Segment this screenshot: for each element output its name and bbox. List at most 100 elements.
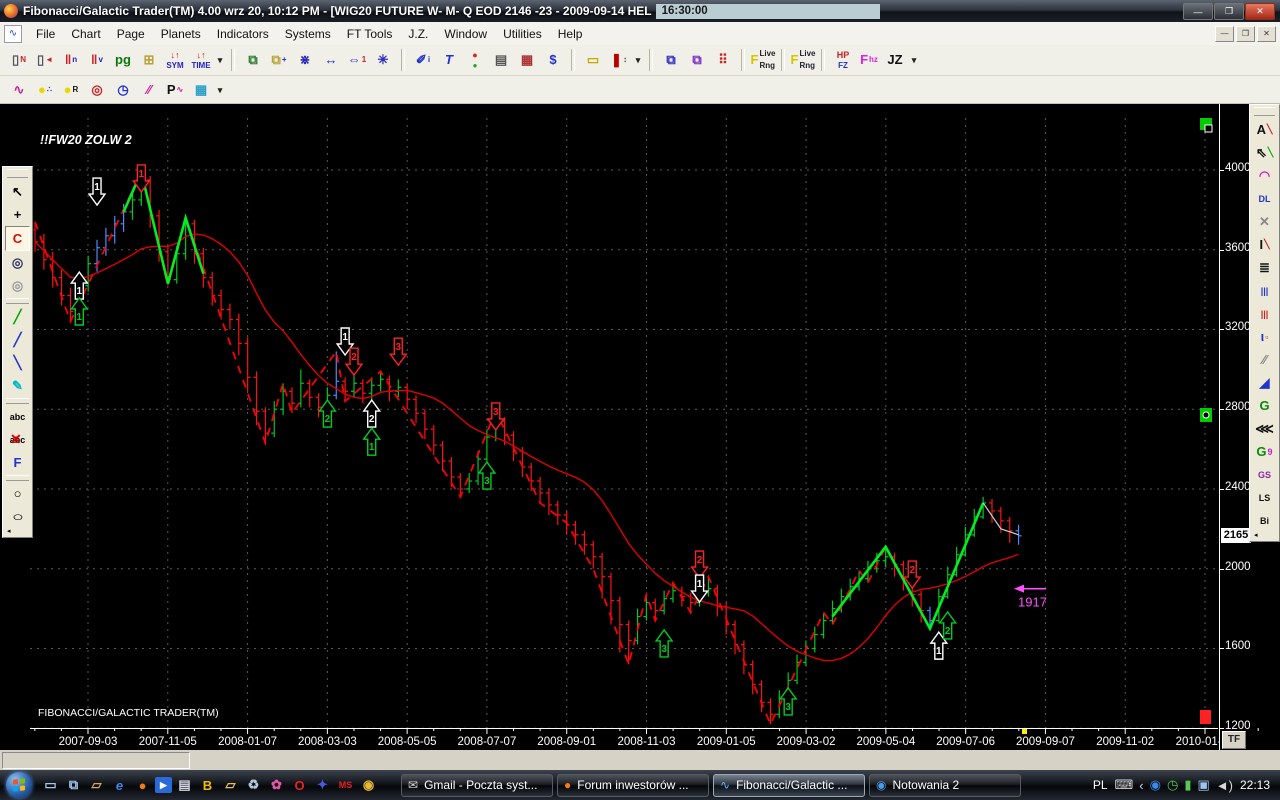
fibonacci-tool[interactable]: F xyxy=(6,451,29,474)
timeframe-switch-button[interactable]: ↓↑ TIME xyxy=(188,48,214,72)
expand-scale-button[interactable]: ↔ xyxy=(318,48,344,72)
start-button[interactable] xyxy=(6,772,32,798)
close-button[interactable]: ✕ xyxy=(1245,3,1275,20)
menu-page[interactable]: Page xyxy=(109,24,153,44)
pointer-info-button[interactable]: ✐ i xyxy=(410,48,436,72)
hp-fz-tool-button[interactable]: HP FZ xyxy=(830,48,856,72)
tray-network[interactable]: ▣ xyxy=(1197,777,1209,793)
folder-docs-icon[interactable]: ▱ xyxy=(86,774,107,796)
bar-marker-button[interactable]: ❚ ↕ xyxy=(606,48,632,72)
target-circles-button[interactable]: ◎ xyxy=(84,78,110,102)
p-wave-tool-button[interactable]: P ∿ xyxy=(162,78,188,102)
palette-drag-handle[interactable] xyxy=(1254,107,1275,116)
price-chart[interactable]: 2007-09-03 2007-11-05 2008-01-07 2008-03-03… xyxy=(30,104,1259,750)
trendline-green-tool[interactable]: ╱ xyxy=(6,305,29,328)
menu-planets[interactable]: Planets xyxy=(153,24,209,44)
task-notowania[interactable]: ◉ Notowania 2 xyxy=(869,773,1021,797)
mdi-restore-button[interactable]: ❐ xyxy=(1236,25,1255,42)
cross-lines-tool[interactable]: ✕ xyxy=(1253,210,1276,233)
jz-tools-button[interactable]: JZ xyxy=(882,48,908,72)
menu-help[interactable]: Help xyxy=(550,24,591,44)
open-chart-button[interactable]: ▯ ◄ xyxy=(32,48,58,72)
document-icon[interactable]: ∿ xyxy=(4,24,22,43)
gann-square-tool[interactable]: GS xyxy=(1253,463,1276,486)
recycle-bin-icon[interactable]: ♻ xyxy=(243,774,264,796)
palette-resize-corner[interactable]: ◂ xyxy=(4,528,31,536)
vertical-lines-red-tool[interactable]: ||| xyxy=(1253,302,1276,325)
ls-tool[interactable]: LS xyxy=(1253,486,1276,509)
trendline-blue-tool[interactable]: ╱ xyxy=(6,328,29,351)
menu-window[interactable]: Window xyxy=(436,24,495,44)
photo-viewer-icon[interactable]: ✿ xyxy=(266,774,287,796)
taskbar-clock[interactable]: 22:13 xyxy=(1240,778,1270,792)
menu-utilities[interactable]: Utilities xyxy=(495,24,550,44)
trendline-steep-tool[interactable]: ╲ xyxy=(6,351,29,374)
degree-grid-button[interactable]: ⠿ xyxy=(710,48,736,72)
pitchfork-tool[interactable]: A ╲ xyxy=(1253,118,1276,141)
planet-clock-button[interactable]: ◷ xyxy=(110,78,136,102)
arrow-lines-tool[interactable]: ⇖ ╲ xyxy=(1253,141,1276,164)
media-player-icon[interactable]: ▶ xyxy=(155,777,172,793)
jz-dropdown-button[interactable]: ▾ xyxy=(908,48,920,72)
circle-tool[interactable]: ○ xyxy=(6,482,29,505)
ms-app-icon[interactable]: MS xyxy=(335,774,356,796)
add-window-button[interactable]: ⧉ + xyxy=(266,48,292,72)
impulse-lines-tool[interactable]: I ╲ xyxy=(1253,233,1276,256)
firefox-icon[interactable]: ● xyxy=(132,774,153,796)
detrend-line-tool[interactable]: DL xyxy=(1253,187,1276,210)
mdi-minimize-button[interactable]: — xyxy=(1215,25,1234,42)
tray-volume[interactable]: ◄) xyxy=(1216,778,1233,793)
fit-chart-button[interactable]: ✳ xyxy=(370,48,396,72)
gann-levels-tool[interactable]: G xyxy=(1253,394,1276,417)
horizontal-lines-tool[interactable]: ≣ xyxy=(1253,256,1276,279)
bittorrent-icon[interactable]: B xyxy=(197,774,218,796)
arc-tool[interactable]: ◠ xyxy=(1253,164,1276,187)
measure-ruler-button[interactable]: ▭ xyxy=(580,48,606,72)
scale-one-to-one-button[interactable]: ⇔ 1 xyxy=(344,48,370,72)
tray-battery[interactable]: ▮ xyxy=(1184,777,1191,793)
show-desktop-icon[interactable]: ▭ xyxy=(40,774,61,796)
chrome-icon[interactable]: ◉ xyxy=(358,774,379,796)
traffic-light-signals-button[interactable]: ● ● xyxy=(462,48,488,72)
intraday-bars-n-button[interactable]: ǁn xyxy=(58,48,84,72)
opera-icon[interactable]: O xyxy=(289,774,310,796)
fhz-tool-button[interactable]: Fhz xyxy=(856,48,882,72)
menu-file[interactable]: File xyxy=(28,24,63,44)
media-app-icon[interactable]: ✦ xyxy=(312,774,333,796)
marker-dropdown-button[interactable]: ▾ xyxy=(632,48,644,72)
bi-tool[interactable]: Bi xyxy=(1253,509,1276,532)
tray-expand[interactable]: ‹ xyxy=(1139,778,1143,793)
compress-scale-button[interactable]: ⋇ xyxy=(292,48,318,72)
bar-pattern-tool[interactable]: ι ▫ xyxy=(1253,325,1276,348)
calendar-button[interactable]: ▦ xyxy=(514,48,540,72)
planet-retrograde-button[interactable]: ● R xyxy=(58,78,84,102)
wave-tool-button[interactable]: ∿ xyxy=(6,78,32,102)
timeframe-button[interactable]: TF xyxy=(1222,731,1246,749)
keyboard-indicator[interactable]: ⌨ xyxy=(1115,777,1134,793)
live-range-blue-button[interactable]: F Live Rng xyxy=(790,48,816,72)
angle-lines-button[interactable]: ∕∕ xyxy=(136,78,162,102)
print-button[interactable]: ▤ xyxy=(488,48,514,72)
pointer-tool[interactable]: ↖ xyxy=(6,180,29,203)
vertical-lines-blue-tool[interactable]: ||| xyxy=(1253,279,1276,302)
restore-button[interactable]: ❐ xyxy=(1214,3,1244,20)
menu-chart[interactable]: Chart xyxy=(63,24,108,44)
tray-app-blue[interactable]: ◉ xyxy=(1150,777,1161,793)
gann-nine-tool[interactable]: G9 xyxy=(1253,440,1276,463)
tile-windows-button[interactable]: ⧉ xyxy=(658,48,684,72)
cascade-windows-button[interactable]: ⧉ xyxy=(240,48,266,72)
magnet-c-tool[interactable]: C xyxy=(5,226,30,251)
task-fibonacci[interactable]: ∿ Fibonacci/Galactic ... xyxy=(713,773,865,797)
switch-windows-icon[interactable]: ⧉ xyxy=(63,774,84,796)
ellipse-tool[interactable]: ○ xyxy=(6,505,29,528)
mdi-close-button[interactable]: ✕ xyxy=(1257,25,1276,42)
folder-files-icon[interactable]: ▱ xyxy=(220,774,241,796)
crosshair-tool[interactable]: + xyxy=(6,203,29,226)
parallel-lines-tool[interactable]: ∕∕ xyxy=(1253,348,1276,371)
grid-table-button[interactable]: ▦ xyxy=(188,78,214,102)
fan-lines-tool[interactable]: ⋘ xyxy=(1253,417,1276,440)
live-range-red-button[interactable]: F Live Rng xyxy=(750,48,776,72)
palette-resize-corner[interactable]: ◂ xyxy=(1251,532,1278,540)
menu-j-z-[interactable]: J.Z. xyxy=(400,24,436,44)
zoom-page-tool-disabled[interactable]: ◎ xyxy=(6,274,29,297)
